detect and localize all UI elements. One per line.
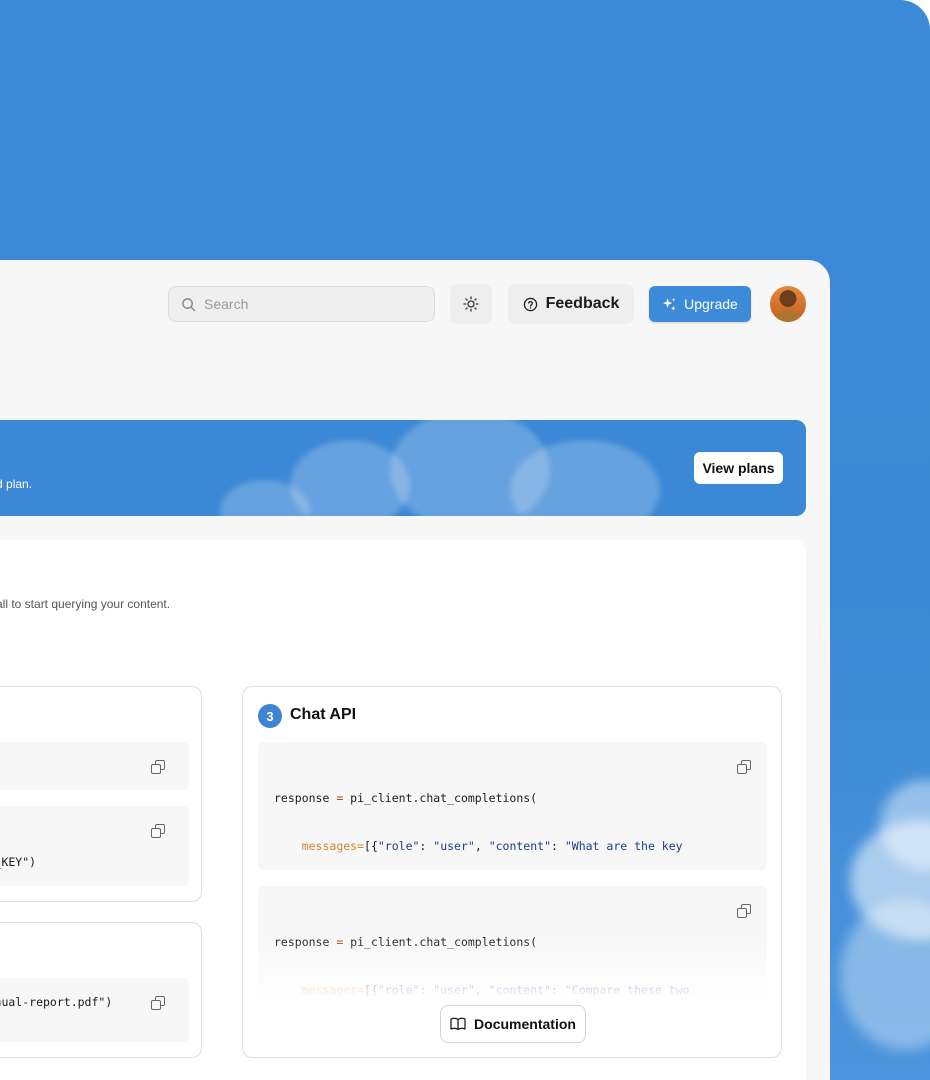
code-block: 023-annual-report.pdf") (0, 978, 189, 1042)
view-plans-button[interactable]: View plans (694, 452, 783, 484)
step-title: Chat API (290, 706, 357, 723)
avatar[interactable] (770, 286, 806, 322)
upgrade-button[interactable]: Upgrade (649, 286, 751, 322)
step-box-2: UR_API_KEY") (0, 686, 202, 902)
theme-toggle-button[interactable] (450, 284, 492, 324)
sparkle-icon (663, 297, 676, 311)
copy-icon[interactable] (151, 760, 165, 774)
search-placeholder: Search (204, 296, 249, 312)
copy-icon[interactable] (737, 760, 751, 774)
code-line: UR_API_KEY") (0, 855, 37, 869)
code-line: 023-annual-report.pdf") (0, 995, 113, 1009)
code-line: messages=[{"role": "user", "content": "W… (301, 839, 683, 853)
app-window: Search Feedback Upgrade plan. View plans… (0, 260, 830, 1080)
documentation-button[interactable]: Documentation (440, 1005, 586, 1043)
cloud-decoration (840, 900, 930, 1050)
banner-subtitle: a paid plan. (0, 477, 33, 491)
code-block: response = pi_client.chat_completions( m… (258, 742, 767, 870)
code-line: response = pi_client.chat_completions( (274, 791, 538, 805)
code-block: UR_API_KEY") (0, 806, 189, 886)
sun-icon (463, 296, 479, 312)
step-box-1: 023-annual-report.pdf") (0, 922, 202, 1058)
upgrade-banner: a paid plan. View plans (0, 420, 806, 516)
book-open-icon (450, 1017, 466, 1031)
copy-icon[interactable] (737, 904, 751, 918)
help-circle-icon (523, 297, 537, 311)
feedback-label: Feedback (545, 295, 620, 312)
step-number-badge: 3 (258, 704, 282, 728)
upgrade-label: Upgrade (684, 296, 738, 312)
copy-icon[interactable] (151, 996, 165, 1010)
chat-api-box: 3 Chat API response = pi_client.chat_com… (242, 686, 782, 1058)
feedback-button[interactable]: Feedback (508, 284, 634, 324)
search-icon (182, 297, 196, 311)
copy-icon[interactable] (151, 824, 165, 838)
search-input[interactable]: Search (168, 286, 435, 322)
documentation-label: Documentation (474, 1016, 576, 1032)
quickstart-description: l call to start querying your content. (0, 597, 171, 611)
code-block (0, 742, 189, 790)
quickstart-card: l call to start querying your content. U… (0, 540, 806, 1080)
